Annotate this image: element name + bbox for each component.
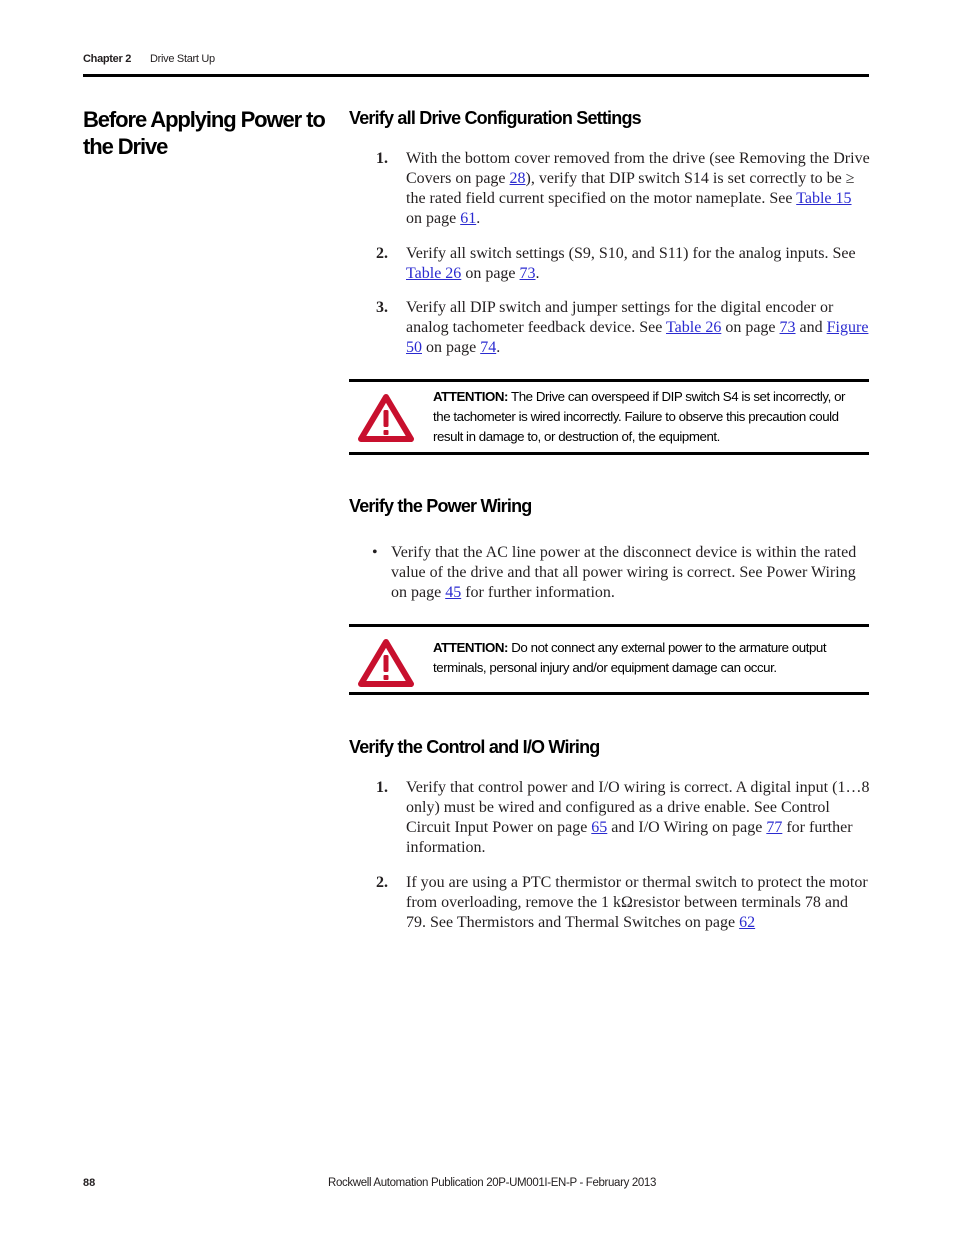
attention-box: ATTENTION: The Drive can overspeed if DI… (349, 379, 869, 455)
cross-reference-link[interactable]: Figure 50 (406, 319, 868, 356)
attention-label: ATTENTION: (433, 640, 509, 655)
section-heading-power-wiring: Verify the Power Wiring (349, 496, 532, 516)
list-item: 1. Verify that control power and I/O wir… (376, 778, 871, 858)
list-item: 2. Verify all switch settings (S9, S10, … (376, 244, 871, 284)
page-number: 88 (83, 1177, 96, 1189)
list-marker: 1. (376, 150, 388, 167)
list-item-text: Verify all switch settings (S9, S10, and… (406, 245, 856, 282)
attention-text: ATTENTION: The Drive can overspeed if DI… (433, 389, 846, 444)
section-heading-control-io-wiring: Verify the Control and I/O Wiring (349, 737, 600, 757)
list-marker: 1. (376, 779, 388, 796)
list-item: 1. With the bottom cover removed from th… (376, 149, 871, 229)
cross-reference-link[interactable]: 45 (445, 584, 461, 601)
cross-reference-link[interactable]: Table 26 (666, 319, 721, 336)
list-item-text: If you are using a PTC thermistor or the… (406, 874, 868, 931)
cross-reference-link[interactable]: 73 (780, 319, 796, 336)
attention-box: ATTENTION: Do not connect any external p… (349, 624, 869, 695)
warning-triangle-icon (358, 393, 414, 448)
list-item-text: Verify all DIP switch and jumper setting… (406, 299, 869, 356)
list-item: 3. Verify all DIP switch and jumper sett… (376, 298, 871, 358)
cross-reference-link[interactable]: 74 (480, 339, 496, 356)
list-marker: 2. (376, 874, 388, 891)
header-rule (83, 74, 869, 77)
cross-reference-link[interactable]: 28 (510, 170, 526, 187)
cross-reference-link[interactable]: 65 (591, 819, 607, 836)
list-item: • Verify that the AC line power at the d… (372, 543, 872, 603)
cross-reference-link[interactable]: 62 (739, 914, 755, 931)
chapter-label: Chapter 2 (83, 53, 132, 65)
cross-reference-link[interactable]: Table 15 (796, 190, 851, 207)
list-item: 2. If you are using a PTC thermistor or … (376, 873, 871, 933)
cross-reference-link[interactable]: 77 (766, 819, 782, 836)
section-heading-configuration: Verify all Drive Configuration Settings (349, 108, 642, 128)
attention-text: ATTENTION: Do not connect any external p… (433, 640, 827, 675)
list-marker: 3. (376, 299, 388, 316)
page-title: Before Applying Power to the Drive (83, 107, 326, 159)
section-label: Drive Start Up (150, 53, 215, 65)
list-marker: 2. (376, 245, 388, 262)
cross-reference-link[interactable]: Table 26 (406, 265, 461, 282)
cross-reference-link[interactable]: 61 (460, 210, 476, 227)
attention-label: ATTENTION: (433, 389, 509, 404)
running-header: Chapter 2 Drive Start Up (83, 53, 215, 65)
list-item-text: Verify that the AC line power at the dis… (391, 544, 857, 601)
cross-reference-link[interactable]: 73 (520, 265, 536, 282)
list-item-text: Verify that control power and I/O wiring… (406, 779, 870, 856)
warning-triangle-icon (358, 638, 414, 693)
publication-footer: Rockwell Automation Publication 20P-UM00… (328, 1177, 657, 1189)
list-item-text: With the bottom cover removed from the d… (406, 150, 870, 227)
bullet-marker: • (372, 544, 378, 561)
